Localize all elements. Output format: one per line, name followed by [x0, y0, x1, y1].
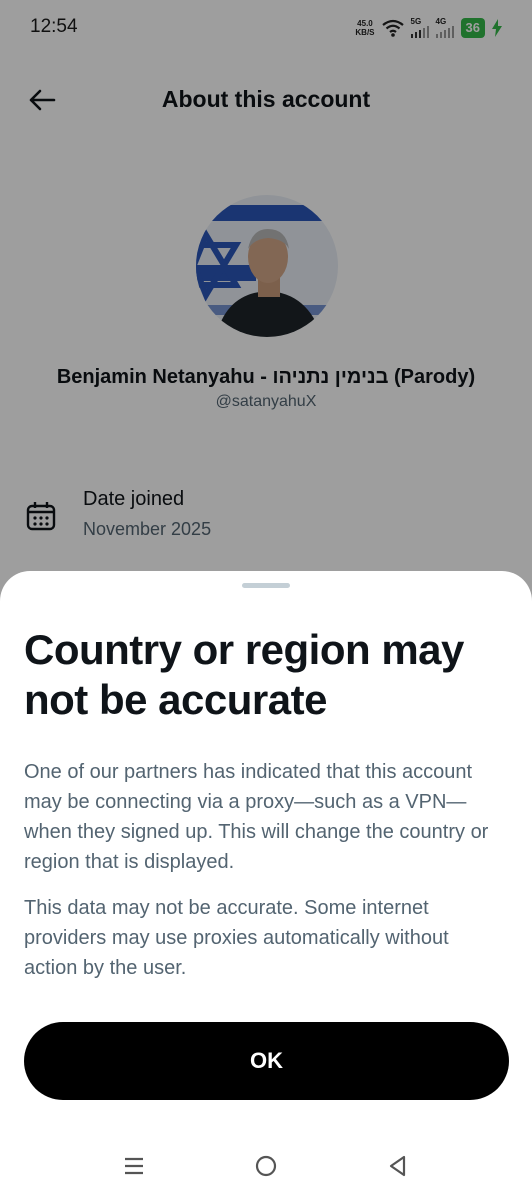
back-triangle-icon [389, 1155, 406, 1177]
home-icon [255, 1155, 277, 1177]
home-button[interactable] [246, 1146, 286, 1186]
sheet-paragraph-proxy: One of our partners has indicated that t… [24, 761, 489, 873]
sheet-paragraph-accuracy: This data may not be accurate. Some inte… [24, 897, 449, 979]
system-nav-bar [0, 1136, 532, 1200]
sheet-drag-handle[interactable] [242, 583, 290, 588]
ok-button[interactable]: OK [24, 1022, 509, 1100]
system-back-button[interactable] [378, 1146, 418, 1186]
recent-apps-button[interactable] [114, 1146, 154, 1186]
recent-apps-icon [125, 1157, 143, 1175]
sheet-title: Country or region may not be accurate [24, 626, 464, 723]
bottom-sheet: Country or region may not be accurate On… [0, 571, 532, 1200]
